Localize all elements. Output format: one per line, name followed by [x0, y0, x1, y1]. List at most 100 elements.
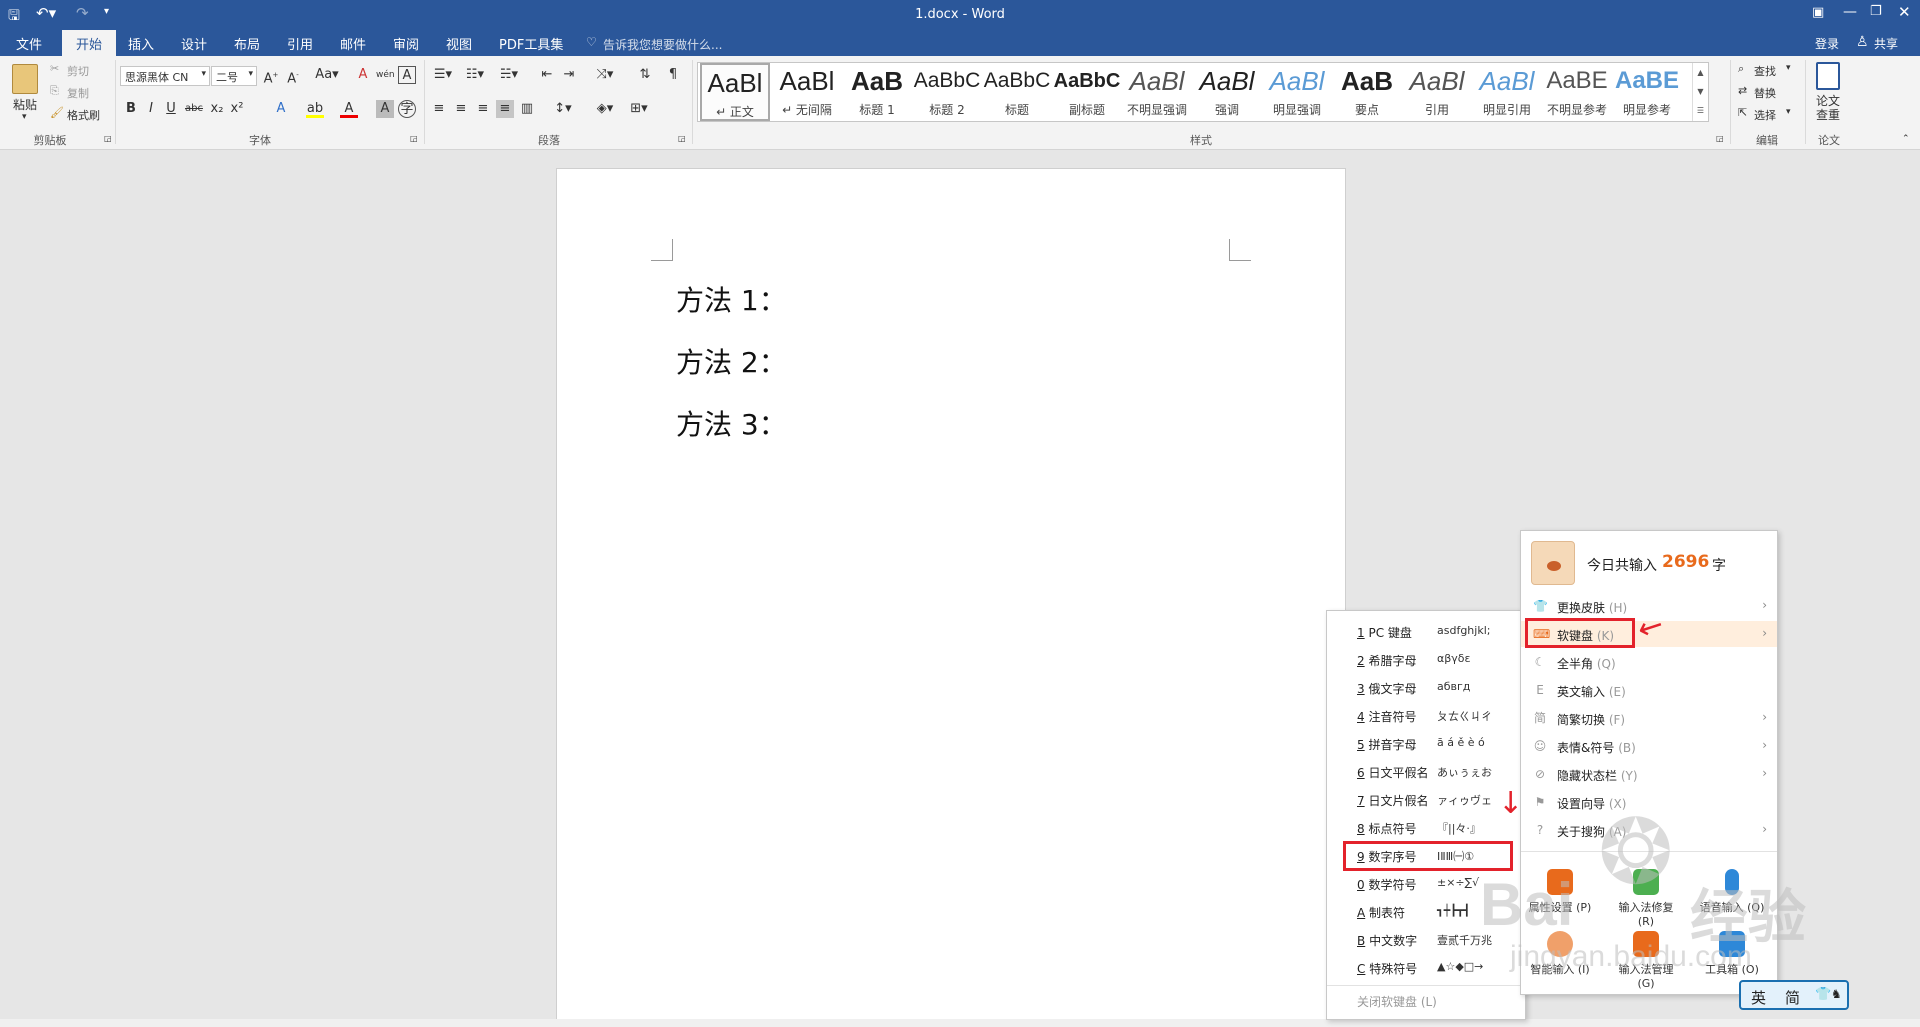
softkey-special-symbols[interactable]: C 特殊符号 ▲☆◆□→: [1357, 960, 1522, 984]
phonetic-guide-icon[interactable]: wén: [376, 66, 395, 84]
shrink-font-icon[interactable]: A-: [284, 66, 302, 86]
style-no-spacing[interactable]: AaBl ↵ 无间隔: [772, 63, 842, 121]
bullets-icon[interactable]: ☰▾: [430, 66, 456, 84]
highlight-icon[interactable]: ab: [306, 100, 324, 118]
ime-script-toggle[interactable]: 简: [1785, 987, 1800, 1008]
paper-check-button[interactable]: 论文查重: [1816, 94, 1840, 122]
mascot-icon[interactable]: ♞: [1831, 987, 1842, 1001]
numbering-icon[interactable]: ☷▾: [462, 66, 488, 84]
superscript-icon[interactable]: x²: [228, 100, 246, 118]
select-button[interactable]: 选择: [1754, 107, 1776, 123]
replace-icon[interactable]: ⇄: [1738, 84, 1747, 97]
style-heading-1[interactable]: AaB 标题 1: [842, 63, 912, 121]
find-icon[interactable]: ⌕: [1738, 62, 1744, 76]
paragraph-launcher-icon[interactable]: ◲: [678, 134, 686, 143]
tab-mailings[interactable]: 邮件: [340, 34, 366, 53]
menu-english-input[interactable]: E 英文输入 (E): [1521, 677, 1777, 703]
close-icon[interactable]: ✕: [1898, 3, 1911, 21]
font-launcher-icon[interactable]: ◲: [410, 134, 418, 143]
style-intense-emphasis[interactable]: AaBl 明显强调: [1262, 63, 1332, 121]
tab-review[interactable]: 审阅: [393, 34, 419, 53]
underline-icon[interactable]: U: [162, 100, 180, 118]
copy-button[interactable]: 复制: [67, 85, 89, 101]
style-intense-reference[interactable]: AaBE 明显参考: [1612, 63, 1682, 121]
style-heading-2[interactable]: AaBbC 标题 2: [912, 63, 982, 121]
select-icon[interactable]: ⇱: [1738, 106, 1747, 119]
style-title[interactable]: AaBbC 标题: [982, 63, 1052, 121]
cut-button[interactable]: 剪切: [67, 63, 89, 79]
decrease-indent-icon[interactable]: ⇤: [538, 66, 556, 84]
softkey-pinyin[interactable]: 5 拼音字母 ā á ě è ó: [1357, 736, 1522, 760]
shirt-icon[interactable]: 👕: [1815, 987, 1831, 1002]
tab-home[interactable]: 开始: [62, 30, 117, 56]
strikethrough-icon[interactable]: abc: [185, 100, 203, 118]
copy-icon[interactable]: ⎘: [50, 84, 59, 98]
tab-insert[interactable]: 插入: [128, 34, 154, 53]
align-right-icon[interactable]: ≡: [474, 100, 492, 118]
find-button[interactable]: 查找: [1754, 63, 1776, 79]
menu-full-half-width[interactable]: ☾ 全半角 (Q): [1521, 649, 1777, 675]
style-emphasis[interactable]: AaBl 强调: [1192, 63, 1262, 121]
style-quote[interactable]: AaBl 引用: [1402, 63, 1472, 121]
paste-dropdown-icon[interactable]: ▾: [22, 112, 27, 122]
tell-me-input[interactable]: 告诉我您想要做什么...: [603, 36, 722, 53]
bold-icon[interactable]: B: [122, 100, 140, 118]
cut-icon[interactable]: ✂: [50, 62, 59, 75]
ime-mode-toggle[interactable]: 英: [1751, 987, 1766, 1008]
grow-font-icon[interactable]: A+: [262, 66, 280, 86]
subscript-icon[interactable]: x₂: [208, 100, 226, 118]
style-subtle-reference[interactable]: AaBE 不明显参考: [1542, 63, 1612, 121]
clipboard-launcher-icon[interactable]: ◲: [104, 134, 112, 143]
text-effects-icon[interactable]: A: [272, 100, 290, 118]
font-name-combo[interactable]: 思源黑体 CN: [120, 66, 210, 86]
distributed-icon[interactable]: ▥: [518, 100, 536, 118]
char-shading-icon[interactable]: A: [376, 100, 394, 118]
softkey-russian[interactable]: 3 俄文字母 абвгд: [1357, 680, 1522, 704]
replace-button[interactable]: 替换: [1754, 85, 1776, 101]
paragraph[interactable]: 方法 1：: [676, 279, 787, 319]
tab-view[interactable]: 视图: [446, 34, 472, 53]
styles-launcher-icon[interactable]: ◲: [1716, 134, 1724, 143]
char-border-icon[interactable]: A: [398, 66, 416, 84]
enclose-char-icon[interactable]: 字: [398, 100, 416, 118]
borders-icon[interactable]: ⊞▾: [626, 100, 652, 118]
style-strong[interactable]: AaB 要点: [1332, 63, 1402, 121]
document-page[interactable]: 方法 1： 方法 2： 方法 3：: [556, 168, 1346, 1027]
format-painter-icon[interactable]: 🖌: [50, 106, 64, 119]
menu-emoji-symbols[interactable]: ☺ 表情&符号 (B) ›: [1521, 733, 1777, 759]
clear-format-icon[interactable]: A: [354, 66, 372, 84]
softkey-greek[interactable]: 2 希腊字母 αβγδε: [1357, 652, 1522, 676]
find-dropdown-icon[interactable]: ▾: [1786, 63, 1791, 73]
shading-icon[interactable]: ◈▾: [592, 100, 618, 118]
ribbon-display-icon[interactable]: ▣: [1812, 5, 1824, 20]
justify-icon[interactable]: ≡: [496, 100, 514, 118]
sort-icon[interactable]: ⇅: [636, 66, 654, 84]
close-soft-keyboard[interactable]: 关闭软键盘 (L): [1357, 993, 1522, 1017]
paper-check-icon[interactable]: [1816, 62, 1840, 90]
italic-icon[interactable]: I: [142, 100, 160, 118]
menu-hide-statusbar[interactable]: ⊘ 隐藏状态栏 (Y) ›: [1521, 761, 1777, 787]
chinese-layout-icon[interactable]: ⤨▾: [592, 66, 618, 84]
style-intense-quote[interactable]: AaBl 明显引用: [1472, 63, 1542, 121]
tab-layout[interactable]: 布局: [234, 34, 260, 53]
font-color-icon[interactable]: A: [340, 100, 358, 118]
font-size-combo[interactable]: 二号: [211, 66, 257, 86]
style-subtle-emphasis[interactable]: AaBl 不明显强调: [1122, 63, 1192, 121]
tab-references[interactable]: 引用: [287, 34, 313, 53]
tab-design[interactable]: 设计: [181, 34, 207, 53]
paste-button[interactable]: 粘贴: [13, 96, 37, 113]
paste-icon[interactable]: [12, 64, 38, 94]
align-left-icon[interactable]: ≡: [430, 100, 448, 118]
softkey-pc-keyboard[interactable]: 1 PC 键盘 asdfghjkl;: [1357, 624, 1522, 648]
show-marks-icon[interactable]: ¶: [664, 66, 682, 84]
change-case-icon[interactable]: Aa▾: [312, 66, 342, 84]
style-normal[interactable]: AaBl ↵ 正文: [700, 63, 770, 121]
line-spacing-icon[interactable]: ↕▾: [550, 100, 576, 118]
minimize-icon[interactable]: —: [1843, 4, 1857, 20]
share-button[interactable]: 共享: [1874, 35, 1898, 52]
menu-simp-trad[interactable]: 简简繁切换 (F) ›: [1521, 705, 1777, 731]
style-subtitle[interactable]: AaBbC 副标题: [1052, 63, 1122, 121]
softkey-zhuyin[interactable]: 4 注音符号 ㄆㄊㄍㄐㄔ: [1357, 708, 1522, 732]
align-center-icon[interactable]: ≡: [452, 100, 470, 118]
select-dropdown-icon[interactable]: ▾: [1786, 107, 1791, 117]
